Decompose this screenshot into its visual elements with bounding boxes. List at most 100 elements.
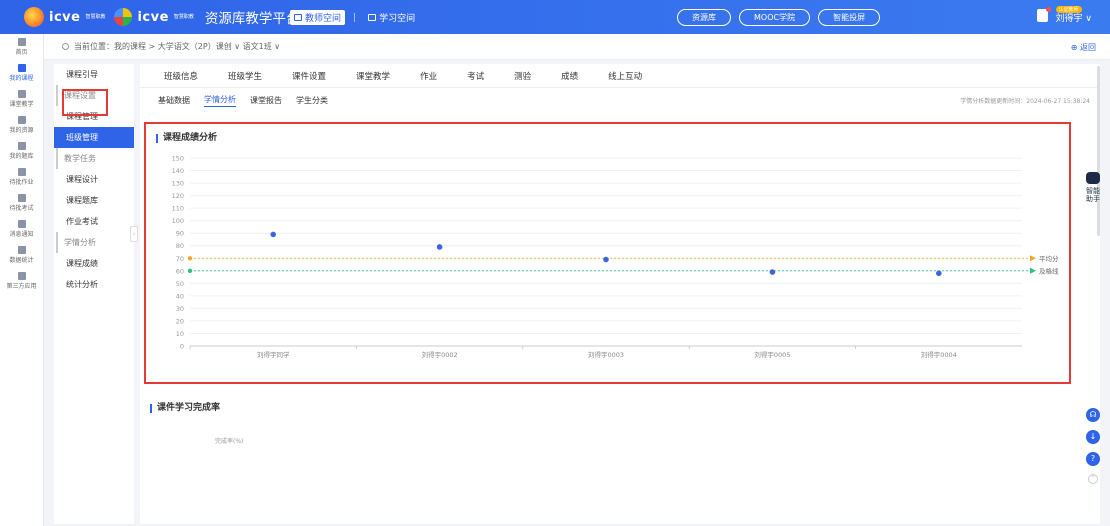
notification-icon[interactable] [1036,6,1051,22]
rail-label: 我的资源 [9,127,34,134]
back-to-top-icon[interactable]: ^ [1088,474,1098,484]
rail-item-question-bank[interactable]: 我的题库 [0,138,43,164]
rail-item-messages[interactable]: 消息通知 [0,216,43,242]
rail-label: 我的课程 [9,75,34,82]
y-tick-label: 110 [172,205,184,213]
submenu-item-guide[interactable]: 课程引导 [54,64,134,85]
home-icon [17,38,26,46]
y-tick-label: 70 [176,255,184,263]
screen-icon [17,90,26,98]
tab-teacher-space[interactable]: 教师空间 [290,10,346,25]
rail-item-homework[interactable]: 待批作业 [0,164,43,190]
tab-basic-data[interactable]: 基础数据 [158,95,190,106]
tab-learning-analysis[interactable]: 学情分析 [204,94,236,107]
x-tick-label: 刘得宇0005 [754,350,790,359]
y-tick-label: 0 [180,343,184,351]
submenu-item-design[interactable]: 课程设计 [54,169,134,190]
completion-rate-title: 课件学习完成率 [150,404,220,413]
top-header: icve 智慧职教 icve 智慧职教 资源库教学平台 教师空间 | 学习空间 … [0,0,1110,34]
people-icon [17,64,26,72]
space-switcher: 教师空间 | 学习空间 [290,10,419,25]
header-links: 资源库 MOOC学院 智能投屏 [677,9,881,26]
rail-label: 数据统计 [9,257,34,264]
submenu-group-analysis: 学情分析 [56,232,134,253]
rail-item-statistics[interactable]: 数据统计 [0,242,43,268]
tab-online-interaction[interactable]: 线上互动 [608,70,642,82]
tab-exam[interactable]: 考试 [467,70,484,82]
tab-class-students[interactable]: 班级学生 [228,70,262,82]
grid-icon [17,142,26,150]
left-rail: 首页 我的课程 课堂教学 我的资源 我的题库 待批作业 待批考试 消息通知 数据… [0,34,44,526]
help-icon[interactable]: ? [1086,452,1100,466]
submenu-item-homework-exam[interactable]: 作业考试 [54,211,134,232]
logo-group[interactable]: icve 智慧职教 icve 智慧职教 资源库教学平台 [24,7,299,27]
logo-text-2: icve [137,9,169,25]
mooc-button[interactable]: MOOC学院 [739,9,811,26]
rail-item-classroom[interactable]: 课堂教学 [0,86,43,112]
data-point [436,244,443,250]
back-button[interactable]: ⊕ 返回 [1071,42,1096,53]
tab-class-report[interactable]: 课堂报告 [250,95,282,106]
x-tick-label: 刘得宇0003 [588,350,624,359]
user-menu[interactable]: 认证教师 刘得宇 ∨ [1055,6,1092,24]
data-point [270,231,276,238]
y-tick-label: 80 [176,242,184,250]
data-point [603,256,609,263]
completion-rate-axis-label: 完成率(%) [215,438,244,445]
logo-text-1: icve [49,9,81,25]
headset-icon[interactable]: ☊ [1086,408,1100,422]
reference-line-label: 及格线 [1039,266,1059,275]
back-label: 返回 [1080,43,1096,52]
tab-quiz[interactable]: 测验 [514,70,531,82]
reference-line-start [187,256,193,261]
display-icon [17,194,26,202]
update-time: 学情分析数据更新时间：2024-06-27 15:38:24 [960,98,1090,105]
data-point [769,269,776,275]
collapse-submenu-button[interactable]: ‹ [130,226,138,242]
y-tick-label: 20 [176,317,184,325]
message-icon [17,220,26,228]
download-icon[interactable]: ↓ [1086,430,1100,444]
breadcrumb: 当前位置：我的课程 > 大学语文（2P）课创 ∨ 语文1班 ∨ ⊕ 返回 [44,34,1110,60]
platform-name: 资源库教学平台 [204,11,300,27]
tab-homework[interactable]: 作业 [420,70,437,82]
submenu-item-class-manage[interactable]: 班级管理 [54,127,134,148]
y-tick-label: 50 [176,280,184,288]
y-tick-label: 40 [176,292,184,300]
floating-tools: ☊ ↓ ? ^ [1086,408,1100,484]
icve-logo-icon [24,7,44,27]
rail-item-third-party[interactable]: 第三方应用 [0,268,43,294]
breadcrumb-text[interactable]: 当前位置：我的课程 > 大学语文（2P）课创 ∨ 语文1班 ∨ [74,41,280,52]
y-tick-label: 150 [172,155,184,163]
rail-label: 第三方应用 [6,283,37,290]
smart-cast-button[interactable]: 智能投屏 [818,9,881,26]
rail-label: 课堂教学 [9,101,34,108]
monitor-icon [294,14,302,21]
assistant-widget[interactable]: 智能助手 [1084,172,1102,232]
book-icon [368,14,377,21]
tab-student-classification[interactable]: 学生分类 [296,95,328,106]
tab-teacher-space-label: 教师空间 [305,14,342,24]
y-tick-label: 140 [172,167,184,175]
rail-item-my-courses[interactable]: 我的课程 [0,60,43,86]
submenu-item-question-bank[interactable]: 课程题库 [54,190,134,211]
rail-item-home[interactable]: 首页 [0,34,43,60]
x-tick-label: 刘得宇同学 [257,350,290,359]
tab-class-info[interactable]: 班级信息 [164,70,198,82]
rail-item-exams[interactable]: 待批考试 [0,190,43,216]
resource-library-button[interactable]: 资源库 [677,9,731,26]
tab-grades[interactable]: 成绩 [561,70,578,82]
stats-icon [17,246,26,254]
analysis-sub-tabs: 基础数据 学情分析 课堂报告 学生分类 学情分析数据更新时间：2024-06-2… [140,88,1100,112]
tab-student-space-label: 学习空间 [379,14,416,24]
tab-courseware-settings[interactable]: 课件设置 [292,70,326,82]
tab-classroom-teaching[interactable]: 课堂教学 [356,70,390,82]
submenu-item-grades[interactable]: 课程成绩 [54,253,134,274]
rail-item-resources[interactable]: 我的资源 [0,112,43,138]
active-tab-highlight [62,89,108,116]
y-tick-label: 30 [176,305,184,313]
submenu-item-statistics[interactable]: 统计分析 [54,274,134,295]
chat-icon [17,168,26,176]
tab-student-space[interactable]: 学习空间 [364,10,419,25]
data-point [936,270,942,277]
